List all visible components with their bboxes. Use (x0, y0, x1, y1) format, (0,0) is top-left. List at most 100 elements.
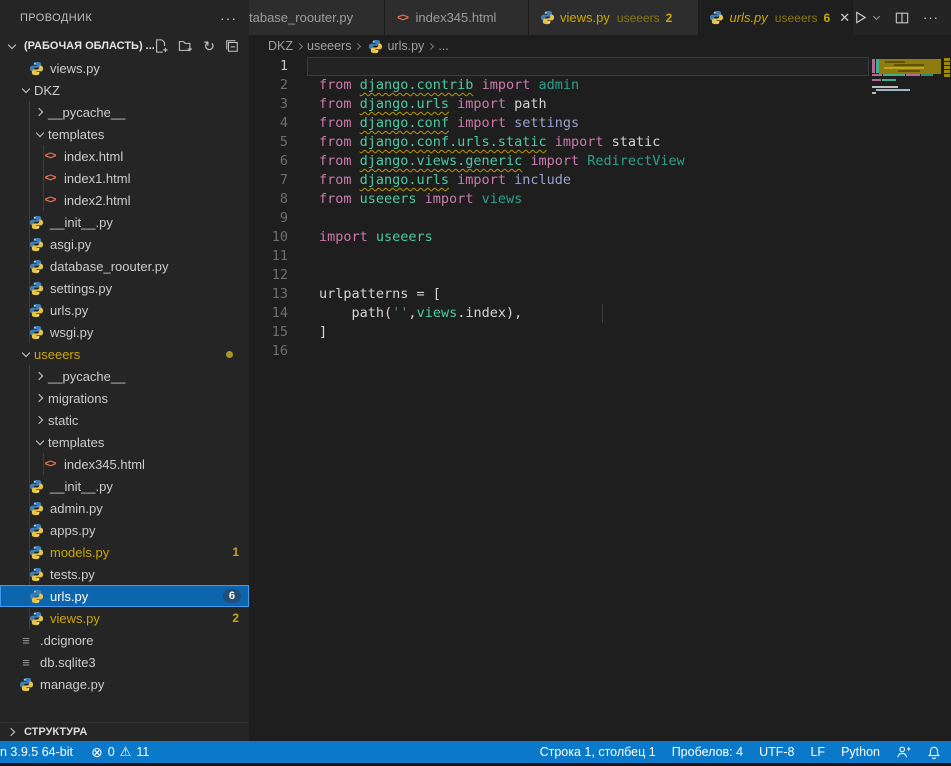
breadcrumb-item-[interactable]: ... (438, 39, 448, 53)
minimap-mark (921, 74, 933, 76)
code-text: urlpatterns = [ (297, 285, 441, 304)
code-line-2[interactable]: 2from django.contrib import admin (249, 76, 951, 95)
breadcrumb-item-useeers[interactable]: useeers (307, 39, 351, 53)
line-number[interactable]: 16 (249, 342, 297, 361)
code-line-6[interactable]: 6from django.views.generic import Redire… (249, 152, 951, 171)
tree-item-wsgi-py[interactable]: wsgi.py (0, 321, 249, 343)
tree-item-urls-py[interactable]: urls.py (0, 299, 249, 321)
code-line-5[interactable]: 5from django.conf.urls.static import sta… (249, 133, 951, 152)
line-number[interactable]: 3 (249, 95, 297, 114)
tree-item-init-py[interactable]: __init__.py (0, 211, 249, 233)
code-line-14[interactable]: 14 path('',views.index), (249, 304, 951, 323)
line-number[interactable]: 4 (249, 114, 297, 133)
breadcrumb-label: ... (438, 39, 448, 53)
tree-item-index-html[interactable]: <>index.html (0, 145, 249, 167)
run-python-button[interactable] (853, 10, 881, 26)
tree-item-apps-py[interactable]: apps.py (0, 519, 249, 541)
code-line-12[interactable]: 12 (249, 266, 951, 285)
breadcrumb-item-urls-py[interactable]: urls.py (365, 38, 424, 54)
tree-item-manage-py[interactable]: manage.py (0, 673, 249, 695)
workspace-section-header[interactable]: (РАБОЧАЯ ОБЛАСТЬ) ... ↻ (0, 35, 249, 57)
indentation-status[interactable]: Пробелов: 4 (672, 745, 743, 759)
tree-item-settings-py[interactable]: settings.py (0, 277, 249, 299)
line-number[interactable]: 14 (249, 304, 297, 323)
feedback-icon[interactable] (896, 745, 911, 759)
line-number[interactable]: 12 (249, 266, 297, 285)
split-editor-button[interactable] (895, 11, 909, 25)
notifications-bell-icon[interactable] (927, 745, 941, 760)
explorer-more-icon[interactable]: ··· (220, 10, 237, 26)
code-line-11[interactable]: 11 (249, 247, 951, 266)
eol-status[interactable]: LF (810, 745, 825, 759)
code-line-15[interactable]: 15] (249, 323, 951, 342)
tree-item-views-py[interactable]: views.py2 (0, 607, 249, 629)
tree-item-index2-html[interactable]: <>index2.html (0, 189, 249, 211)
line-number[interactable]: 5 (249, 133, 297, 152)
code-line-4[interactable]: 4from django.conf import settings (249, 114, 951, 133)
tree-item-index345-html[interactable]: <>index345.html (0, 453, 249, 475)
code-line-3[interactable]: 3from django.urls import path (249, 95, 951, 114)
minimap[interactable] (872, 57, 941, 741)
tree-item-label: useeers (34, 347, 80, 362)
encoding-status[interactable]: UTF-8 (759, 745, 794, 759)
refresh-icon[interactable]: ↻ (203, 38, 215, 55)
tree-item-migrations[interactable]: migrations (0, 387, 249, 409)
tab-urls-py[interactable]: urls.pyuseeers6✕ (699, 0, 854, 35)
html-file-icon: <> (42, 192, 58, 208)
code-editor[interactable]: 12from django.contrib import admin3from … (249, 57, 951, 741)
close-icon[interactable]: ✕ (839, 10, 850, 26)
line-number[interactable]: 2 (249, 76, 297, 95)
tree-item-database-roouter-py[interactable]: database_roouter.py (0, 255, 249, 277)
python-interpreter-status[interactable]: n 3.9.5 64-bit (0, 745, 73, 759)
tree-item-pycache[interactable]: __pycache__ (0, 365, 249, 387)
code-line-7[interactable]: 7from django.urls import include (249, 171, 951, 190)
line-number[interactable]: 8 (249, 190, 297, 209)
code-line-1[interactable]: 1 (249, 57, 951, 76)
tree-item-db-sqlite3[interactable]: ≡db.sqlite3 (0, 651, 249, 673)
line-number[interactable]: 9 (249, 209, 297, 228)
tree-item-dcignore[interactable]: ≡.dcignore (0, 629, 249, 651)
tree-item-templates[interactable]: templates (0, 431, 249, 453)
outline-section-header[interactable]: СТРУКТУРА (0, 722, 249, 741)
breadcrumb-item-dkz[interactable]: DKZ (268, 39, 293, 53)
chevron-down-icon[interactable] (871, 10, 881, 26)
problems-status[interactable]: ⊗ 0 ⚠ 11 (91, 744, 149, 761)
tab-index345-html[interactable]: <>index345.html (385, 0, 530, 35)
line-number[interactable]: 7 (249, 171, 297, 190)
code-line-10[interactable]: 10import useeers (249, 228, 951, 247)
tree-item-static[interactable]: static (0, 409, 249, 431)
tree-item-dkz[interactable]: DKZ (0, 79, 249, 101)
collapse-all-icon[interactable] (225, 39, 239, 53)
new-file-icon[interactable] (154, 39, 168, 53)
more-actions-icon[interactable]: ··· (923, 10, 939, 25)
tree-item-models-py[interactable]: models.py1 (0, 541, 249, 563)
code-line-9[interactable]: 9 (249, 209, 951, 228)
new-folder-icon[interactable] (178, 39, 193, 53)
tree-item-tests-py[interactable]: tests.py (0, 563, 249, 585)
tree-item-pycache[interactable]: __pycache__ (0, 101, 249, 123)
tree-item-admin-py[interactable]: admin.py (0, 497, 249, 519)
code-line-8[interactable]: 8from useeers import views (249, 190, 951, 209)
tree-item-useeers[interactable]: useeers (0, 343, 249, 365)
language-mode-status[interactable]: Python (841, 745, 880, 759)
tree-item-urls-py[interactable]: urls.py6 (0, 585, 249, 607)
line-number[interactable]: 13 (249, 285, 297, 304)
line-number[interactable]: 1 (249, 57, 297, 76)
tab-tabase-roouter-py[interactable]: tabase_roouter.py (249, 0, 385, 35)
line-number[interactable]: 6 (249, 152, 297, 171)
tab-views-py[interactable]: views.pyuseeers2 (529, 0, 698, 35)
cursor-position-status[interactable]: Строка 1, столбец 1 (540, 745, 656, 759)
tree-item-views-py[interactable]: views.py (0, 57, 249, 79)
line-number[interactable]: 11 (249, 247, 297, 266)
chevron-right-icon (32, 368, 48, 384)
tree-item-asgi-py[interactable]: asgi.py (0, 233, 249, 255)
tree-item-index1-html[interactable]: <>index1.html (0, 167, 249, 189)
tree-item-init-py[interactable]: __init__.py (0, 475, 249, 497)
code-line-13[interactable]: 13urlpatterns = [ (249, 285, 951, 304)
code-line-16[interactable]: 16 (249, 342, 951, 361)
line-number[interactable]: 10 (249, 228, 297, 247)
overview-ruler[interactable] (941, 57, 951, 741)
python-file-icon (709, 10, 725, 26)
line-number[interactable]: 15 (249, 323, 297, 342)
tree-item-templates[interactable]: templates (0, 123, 249, 145)
